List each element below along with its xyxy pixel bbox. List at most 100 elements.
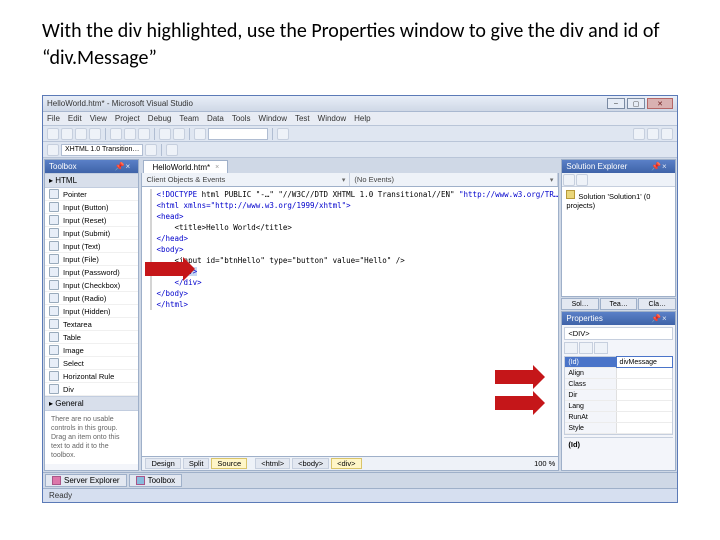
new-project-icon[interactable] [47, 128, 59, 140]
menu-view[interactable]: View [90, 114, 107, 123]
toolbox-item[interactable]: Horizontal Rule [45, 370, 138, 383]
property-value[interactable] [617, 401, 672, 411]
undo-icon[interactable] [159, 128, 171, 140]
view-source-tab[interactable]: Source [211, 458, 247, 469]
solution-explorer-header[interactable]: Solution Explorer 📌× [562, 160, 675, 173]
maximize-button[interactable]: ▢ [627, 98, 645, 109]
css-icon[interactable] [166, 144, 178, 156]
props-categorized-icon[interactable] [564, 342, 578, 354]
toolbox-item[interactable]: Input (Submit) [45, 227, 138, 240]
paste-icon[interactable] [138, 128, 150, 140]
menu-edit[interactable]: Edit [68, 114, 82, 123]
solution-tree[interactable]: Solution 'Solution1' (0 projects) [562, 187, 675, 296]
sln-showall-icon[interactable] [576, 174, 588, 186]
toolbox-category-general[interactable]: ▸ General [45, 396, 138, 411]
code-editor[interactable]: <!DOCTYPE html PUBLIC "-…" "//W3C//DTD X… [141, 187, 559, 457]
toolbox-item[interactable]: Pointer [45, 188, 138, 201]
property-row[interactable]: (Id)divMessage [565, 357, 672, 368]
menu-help[interactable]: Help [354, 114, 370, 123]
sln-refresh-icon[interactable] [563, 174, 575, 186]
menu-project[interactable]: Project [115, 114, 140, 123]
tab-solution-explorer[interactable]: Sol… [561, 298, 599, 310]
crumb-body[interactable]: <body> [292, 458, 329, 469]
toolbox-item[interactable]: Textarea [45, 318, 138, 331]
tab-close-icon[interactable]: × [215, 164, 219, 171]
property-value[interactable] [617, 368, 672, 378]
find-icon[interactable] [277, 128, 289, 140]
property-row[interactable]: Dir [565, 390, 672, 401]
toolbox-item[interactable]: Input (Reset) [45, 214, 138, 227]
zoom-level[interactable]: 100 % [534, 459, 555, 468]
client-objects-dropdown[interactable]: Client Objects & Events▾ [142, 173, 350, 186]
menu-debug[interactable]: Debug [148, 114, 172, 123]
menu-test[interactable]: Test [295, 114, 310, 123]
doctype-dropdown[interactable]: XHTML 1.0 Transition… [61, 144, 143, 156]
config-dropdown[interactable] [208, 128, 268, 140]
property-row[interactable]: Align [565, 368, 672, 379]
redo-icon[interactable] [173, 128, 185, 140]
close-icon[interactable]: × [125, 162, 134, 171]
pin-icon[interactable]: 📌 [651, 314, 660, 323]
misc3-icon[interactable] [661, 128, 673, 140]
toolbox-item[interactable]: Input (Radio) [45, 292, 138, 305]
props-pages-icon[interactable] [594, 342, 608, 354]
events-dropdown[interactable]: (No Events)▾ [350, 173, 558, 186]
properties-selector[interactable]: <DIV> [564, 327, 673, 340]
props-alpha-icon[interactable] [579, 342, 593, 354]
menu-window[interactable]: Window [259, 114, 287, 123]
toolbox-item[interactable]: Select [45, 357, 138, 370]
properties-grid[interactable]: (Id)divMessageAlignClassDirLangRunAtStyl… [564, 356, 673, 435]
toolbox-item[interactable]: Div [45, 383, 138, 396]
tab-server-explorer[interactable]: Server Explorer [45, 474, 127, 487]
property-value[interactable] [617, 423, 672, 433]
property-value[interactable]: divMessage [617, 357, 672, 367]
menu-team[interactable]: Team [179, 114, 199, 123]
close-button[interactable]: ✕ [647, 98, 673, 109]
pin-icon[interactable]: 📌 [651, 162, 660, 171]
crumb-div[interactable]: <div> [331, 458, 361, 469]
titlebar[interactable]: HelloWorld.htm* - Microsoft Visual Studi… [43, 96, 677, 112]
start-debug-icon[interactable] [194, 128, 206, 140]
menu-window2[interactable]: Window [318, 114, 346, 123]
menu-data[interactable]: Data [207, 114, 224, 123]
format-icon[interactable] [47, 144, 59, 156]
misc2-icon[interactable] [647, 128, 659, 140]
menubar[interactable]: File Edit View Project Debug Team Data T… [43, 112, 677, 126]
toolbox-header[interactable]: Toolbox 📌× [45, 160, 138, 173]
copy-icon[interactable] [124, 128, 136, 140]
toolbox-category-html[interactable]: ▸ HTML [45, 173, 138, 188]
toolbox-item[interactable]: Table [45, 331, 138, 344]
validate-icon[interactable] [145, 144, 157, 156]
cut-icon[interactable] [110, 128, 122, 140]
open-file-icon[interactable] [61, 128, 73, 140]
toolbox-item[interactable]: Image [45, 344, 138, 357]
tab-toolbox[interactable]: Toolbox [129, 474, 183, 487]
menu-tools[interactable]: Tools [232, 114, 251, 123]
save-icon[interactable] [75, 128, 87, 140]
property-value[interactable] [617, 412, 672, 422]
property-row[interactable]: Class [565, 379, 672, 390]
toolbox-item[interactable]: Input (File) [45, 253, 138, 266]
properties-header[interactable]: Properties 📌× [562, 312, 675, 325]
menu-file[interactable]: File [47, 114, 60, 123]
property-value[interactable] [617, 390, 672, 400]
tab-team-explorer[interactable]: Tea… [600, 298, 638, 310]
property-row[interactable]: RunAt [565, 412, 672, 423]
property-row[interactable]: Lang [565, 401, 672, 412]
minimize-button[interactable]: – [607, 98, 625, 109]
toolbox-item[interactable]: Input (Text) [45, 240, 138, 253]
misc-icon[interactable] [633, 128, 645, 140]
view-split-tab[interactable]: Split [183, 458, 210, 469]
pin-icon[interactable]: 📌 [114, 162, 123, 171]
toolbox-item[interactable]: Input (Checkbox) [45, 279, 138, 292]
toolbox-item[interactable]: Input (Hidden) [45, 305, 138, 318]
close-icon[interactable]: × [662, 162, 671, 171]
toolbox-item[interactable]: Input (Password) [45, 266, 138, 279]
tab-class-view[interactable]: Cla… [638, 298, 676, 310]
close-icon[interactable]: × [662, 314, 671, 323]
document-tab[interactable]: HelloWorld.htm*× [143, 160, 228, 173]
property-row[interactable]: Style [565, 423, 672, 434]
crumb-html[interactable]: <html> [255, 458, 290, 469]
property-value[interactable] [617, 379, 672, 389]
view-design-tab[interactable]: Design [145, 458, 180, 469]
